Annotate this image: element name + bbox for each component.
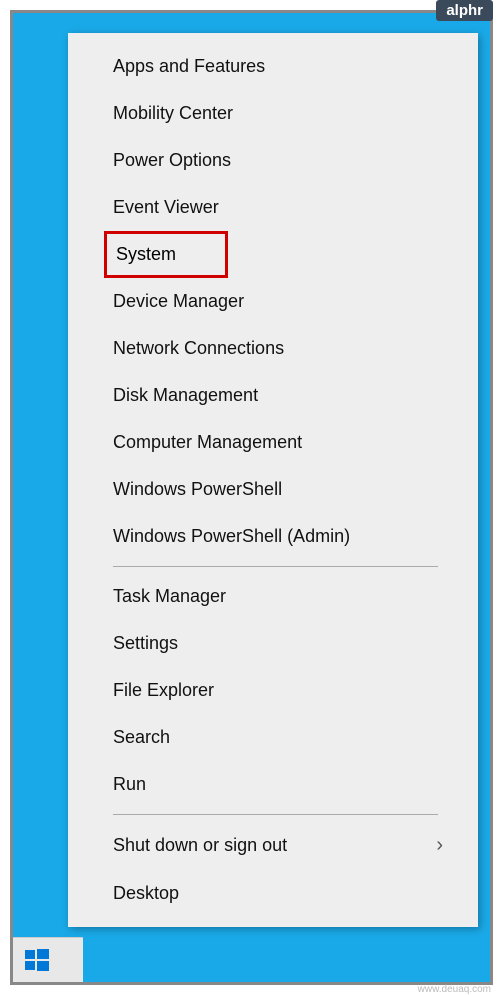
menu-divider xyxy=(113,566,438,567)
source-badge: alphr xyxy=(436,0,493,21)
menu-item-label: Desktop xyxy=(113,883,179,904)
menu-item-label: System xyxy=(116,244,176,265)
menu-item-file-explorer[interactable]: File Explorer xyxy=(68,667,478,714)
menu-item-run[interactable]: Run xyxy=(68,761,478,808)
menu-item-task-manager[interactable]: Task Manager xyxy=(68,573,478,620)
menu-item-system-highlighted[interactable]: System xyxy=(104,231,228,278)
chevron-right-icon: › xyxy=(436,834,443,857)
menu-item-network-connections[interactable]: Network Connections xyxy=(68,325,478,372)
menu-item-desktop[interactable]: Desktop xyxy=(68,870,478,917)
menu-item-power-options[interactable]: Power Options xyxy=(68,137,478,184)
menu-item-windows-powershell-admin[interactable]: Windows PowerShell (Admin) xyxy=(68,513,478,560)
menu-item-settings[interactable]: Settings xyxy=(68,620,478,667)
menu-item-label: Windows PowerShell xyxy=(113,479,282,500)
menu-divider xyxy=(113,814,438,815)
menu-item-search[interactable]: Search xyxy=(68,714,478,761)
menu-item-label: Device Manager xyxy=(113,291,244,312)
menu-item-mobility-center[interactable]: Mobility Center xyxy=(68,90,478,137)
menu-item-label: Computer Management xyxy=(113,432,302,453)
menu-item-shut-down-or-sign-out[interactable]: Shut down or sign out › xyxy=(68,821,478,870)
menu-item-device-manager[interactable]: Device Manager xyxy=(68,278,478,325)
menu-item-label: File Explorer xyxy=(113,680,214,701)
menu-item-label: Settings xyxy=(113,633,178,654)
menu-item-label: Mobility Center xyxy=(113,103,233,124)
menu-item-label: Network Connections xyxy=(113,338,284,359)
menu-item-computer-management[interactable]: Computer Management xyxy=(68,419,478,466)
menu-item-event-viewer[interactable]: Event Viewer xyxy=(68,184,478,231)
menu-item-label: Shut down or sign out xyxy=(113,835,287,856)
menu-item-label: Power Options xyxy=(113,150,231,171)
menu-item-label: Search xyxy=(113,727,170,748)
menu-item-apps-and-features[interactable]: Apps and Features xyxy=(68,43,478,90)
menu-item-label: Disk Management xyxy=(113,385,258,406)
menu-item-label: Apps and Features xyxy=(113,56,265,77)
menu-item-label: Windows PowerShell (Admin) xyxy=(113,526,350,547)
menu-item-label: Task Manager xyxy=(113,586,226,607)
watermark: www.deuaq.com xyxy=(418,984,491,995)
menu-item-label: Event Viewer xyxy=(113,197,219,218)
desktop-background: Apps and Features Mobility Center Power … xyxy=(10,10,493,985)
menu-item-windows-powershell[interactable]: Windows PowerShell xyxy=(68,466,478,513)
taskbar xyxy=(13,937,83,982)
menu-item-label: Run xyxy=(113,774,146,795)
menu-item-disk-management[interactable]: Disk Management xyxy=(68,372,478,419)
start-button-icon[interactable] xyxy=(25,948,49,972)
winx-context-menu: Apps and Features Mobility Center Power … xyxy=(68,33,478,927)
